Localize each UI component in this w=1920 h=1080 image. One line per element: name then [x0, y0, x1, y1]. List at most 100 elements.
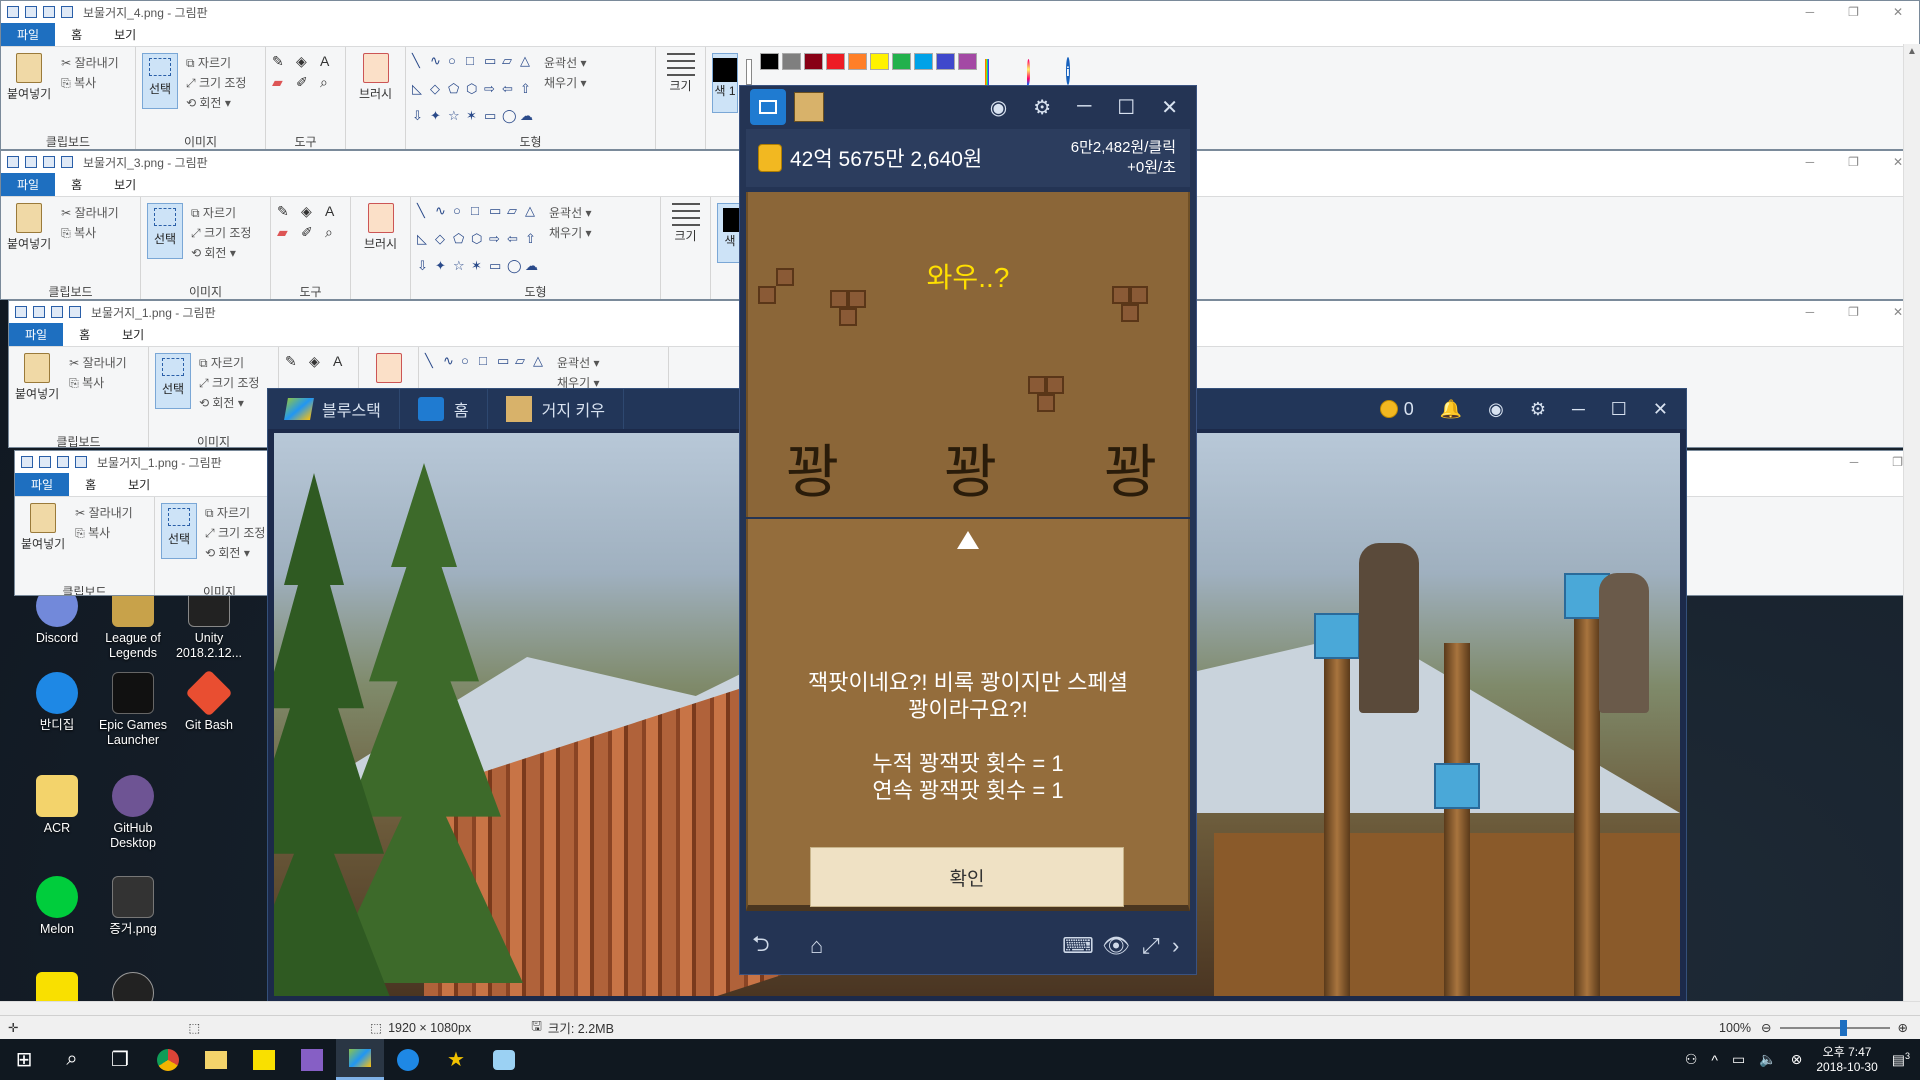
restore-icon[interactable]: ❐ — [1848, 5, 1859, 19]
desktop-icon-unity[interactable]: Unity 2018.2.12... — [166, 585, 252, 661]
cut-button[interactable]: ✂ 잘라내기 — [75, 503, 133, 523]
crop-button[interactable]: ⧉ 자르기 — [186, 53, 246, 73]
tab-game[interactable]: 거지 키우 — [488, 389, 624, 429]
account-icon[interactable]: ◉ — [990, 95, 1007, 120]
confirm-button[interactable]: 확인 — [810, 847, 1124, 907]
paste-button[interactable]: 붙여넣기 — [7, 53, 51, 134]
chevron-up-icon[interactable]: ^ — [1711, 1052, 1718, 1068]
paste-button[interactable]: 붙여넣기 — [7, 203, 51, 284]
color-swatch[interactable] — [869, 53, 889, 70]
tab-home[interactable]: 홈 — [63, 323, 106, 346]
network-icon[interactable]: ▭ — [1732, 1051, 1745, 1068]
desktop-icon-league[interactable]: League of Legends — [90, 585, 176, 661]
minimize-icon[interactable]: ─ — [1572, 399, 1585, 420]
color-picker-icon[interactable]: ✐ — [301, 224, 321, 241]
resize-button[interactable]: ⤢ 크기 조정 — [199, 373, 259, 393]
crop-button[interactable]: ⧉ 자르기 — [199, 353, 259, 373]
game-app-icon[interactable] — [794, 92, 824, 122]
crop-button[interactable]: ⧉ 자르기 — [205, 503, 265, 523]
bell-icon[interactable]: 🔔 — [1440, 399, 1462, 420]
color-swatch[interactable] — [891, 53, 911, 70]
resize-button[interactable]: ⤢ 크기 조정 — [186, 73, 246, 93]
text-icon[interactable]: A — [320, 53, 340, 70]
rotate-button[interactable]: ⟲ 회전 ▾ — [186, 93, 246, 113]
cut-button[interactable]: ✂ 잘라내기 — [61, 53, 119, 73]
tab-file[interactable]: 파일 — [9, 323, 64, 346]
save-icon[interactable] — [39, 456, 51, 468]
color-swatch[interactable] — [935, 53, 955, 70]
volume-icon[interactable]: 🔈 — [1759, 1051, 1776, 1068]
select-button[interactable]: 선택 — [161, 503, 197, 559]
pencil-icon[interactable]: ✎ — [277, 203, 297, 220]
desktop-icon-melon[interactable]: Melon — [14, 876, 100, 937]
redo-icon[interactable] — [69, 306, 81, 318]
color-swatch[interactable] — [803, 53, 823, 70]
cut-button[interactable]: ✂ 잘라내기 — [69, 353, 127, 373]
color-picker-icon[interactable]: ✐ — [296, 74, 316, 91]
color-swatch[interactable] — [913, 53, 933, 70]
fill-dropdown[interactable]: 채우기 ▾ — [544, 73, 586, 93]
redo-icon[interactable] — [61, 156, 73, 168]
close-icon[interactable]: ✕ — [1893, 5, 1903, 19]
color-swatch[interactable] — [781, 53, 801, 70]
save-icon[interactable] — [33, 306, 45, 318]
maximize-icon[interactable]: ☐ — [1117, 95, 1135, 120]
coin-balance[interactable]: 0 — [1379, 399, 1414, 420]
fill-bucket-icon[interactable]: ◈ — [309, 353, 329, 370]
restore-icon[interactable]: ❐ — [1848, 305, 1859, 319]
paste-button[interactable]: 붙여넣기 — [15, 353, 59, 434]
close-icon[interactable]: ✕ — [1653, 399, 1668, 420]
desktop-icon-bandizip[interactable]: 반디집 — [14, 672, 100, 733]
magnifier-icon[interactable]: ⌕ — [320, 74, 340, 91]
desktop-icon-gitbash[interactable]: Git Bash — [166, 669, 252, 733]
tab-view[interactable]: 보기 — [98, 23, 152, 46]
account-icon[interactable]: ◉ — [1488, 399, 1504, 420]
brush-button[interactable]: 브러시 — [352, 53, 399, 102]
brush-button[interactable]: 브러시 — [357, 203, 404, 252]
fill-bucket-icon[interactable]: ◈ — [296, 53, 316, 70]
chevron-right-icon[interactable]: › — [1172, 933, 1196, 959]
copy-button[interactable]: ⎘ 복사 — [61, 73, 119, 93]
edit-colors-icon[interactable] — [984, 59, 989, 85]
taskbar-paint[interactable] — [480, 1039, 528, 1080]
start-button[interactable]: ⊞ — [0, 1039, 48, 1080]
eraser-icon[interactable]: ▰ — [272, 74, 292, 91]
color2-button[interactable] — [746, 59, 752, 85]
taskbar-chrome[interactable] — [144, 1039, 192, 1080]
cut-button[interactable]: ✂ 잘라내기 — [61, 203, 119, 223]
home-button[interactable] — [750, 89, 786, 125]
size-button[interactable]: 크기 — [667, 203, 704, 244]
undo-icon[interactable] — [51, 306, 63, 318]
fill-bucket-icon[interactable]: ◈ — [301, 203, 321, 220]
fill-dropdown[interactable]: 채우기 ▾ — [549, 223, 591, 243]
color-swatch[interactable] — [847, 53, 867, 70]
save-icon[interactable] — [25, 156, 37, 168]
size-button[interactable]: 크기 — [662, 53, 699, 94]
settings-icon[interactable]: ⚙ — [1530, 399, 1546, 420]
pencil-icon[interactable]: ✎ — [285, 353, 305, 370]
text-icon[interactable]: A — [325, 203, 345, 220]
resize-button[interactable]: ⤢ 크기 조정 — [205, 523, 265, 543]
close-icon[interactable]: ✕ — [1893, 305, 1903, 319]
taskbar-bluestacks[interactable] — [336, 1039, 384, 1080]
clock[interactable]: 오후 7:47 2018-10-30 — [1816, 1045, 1877, 1075]
color-swatch[interactable] — [957, 53, 977, 70]
security-icon[interactable]: ⊗ — [1791, 1051, 1803, 1068]
settings-icon[interactable]: ⚙ — [1033, 95, 1051, 120]
search-button[interactable]: ⌕ — [48, 1039, 96, 1080]
minimize-icon[interactable]: ─ — [1850, 455, 1859, 469]
shapes-gallery[interactable]: ╲ ∿ ○ □ ▭ ▱ △ ◺ ◇ ⬠ ⬡ ⇨ ⇦ ⇧ ⇩ ✦ ☆ ✶ ▭ ◯ ☁ — [412, 53, 536, 134]
crop-button[interactable]: ⧉ 자르기 — [191, 203, 251, 223]
zoom-in-icon[interactable]: ⊕ — [1898, 1020, 1908, 1035]
outline-dropdown[interactable]: 윤곽선 ▾ — [557, 353, 599, 373]
home-outline-icon[interactable]: ⌂ — [810, 933, 850, 959]
color-swatch[interactable] — [759, 53, 779, 70]
tab-bluestacks[interactable]: 블루스택 — [268, 389, 400, 429]
tab-file[interactable]: 파일 — [1, 23, 56, 46]
color1-button[interactable]: 색 1 — [712, 53, 738, 113]
undo-icon[interactable] — [57, 456, 69, 468]
restore-icon[interactable]: ❐ — [1848, 155, 1859, 169]
tab-view[interactable]: 보기 — [106, 323, 160, 346]
taskbar-visual-studio[interactable] — [288, 1039, 336, 1080]
taskbar-kakaotalk[interactable] — [240, 1039, 288, 1080]
